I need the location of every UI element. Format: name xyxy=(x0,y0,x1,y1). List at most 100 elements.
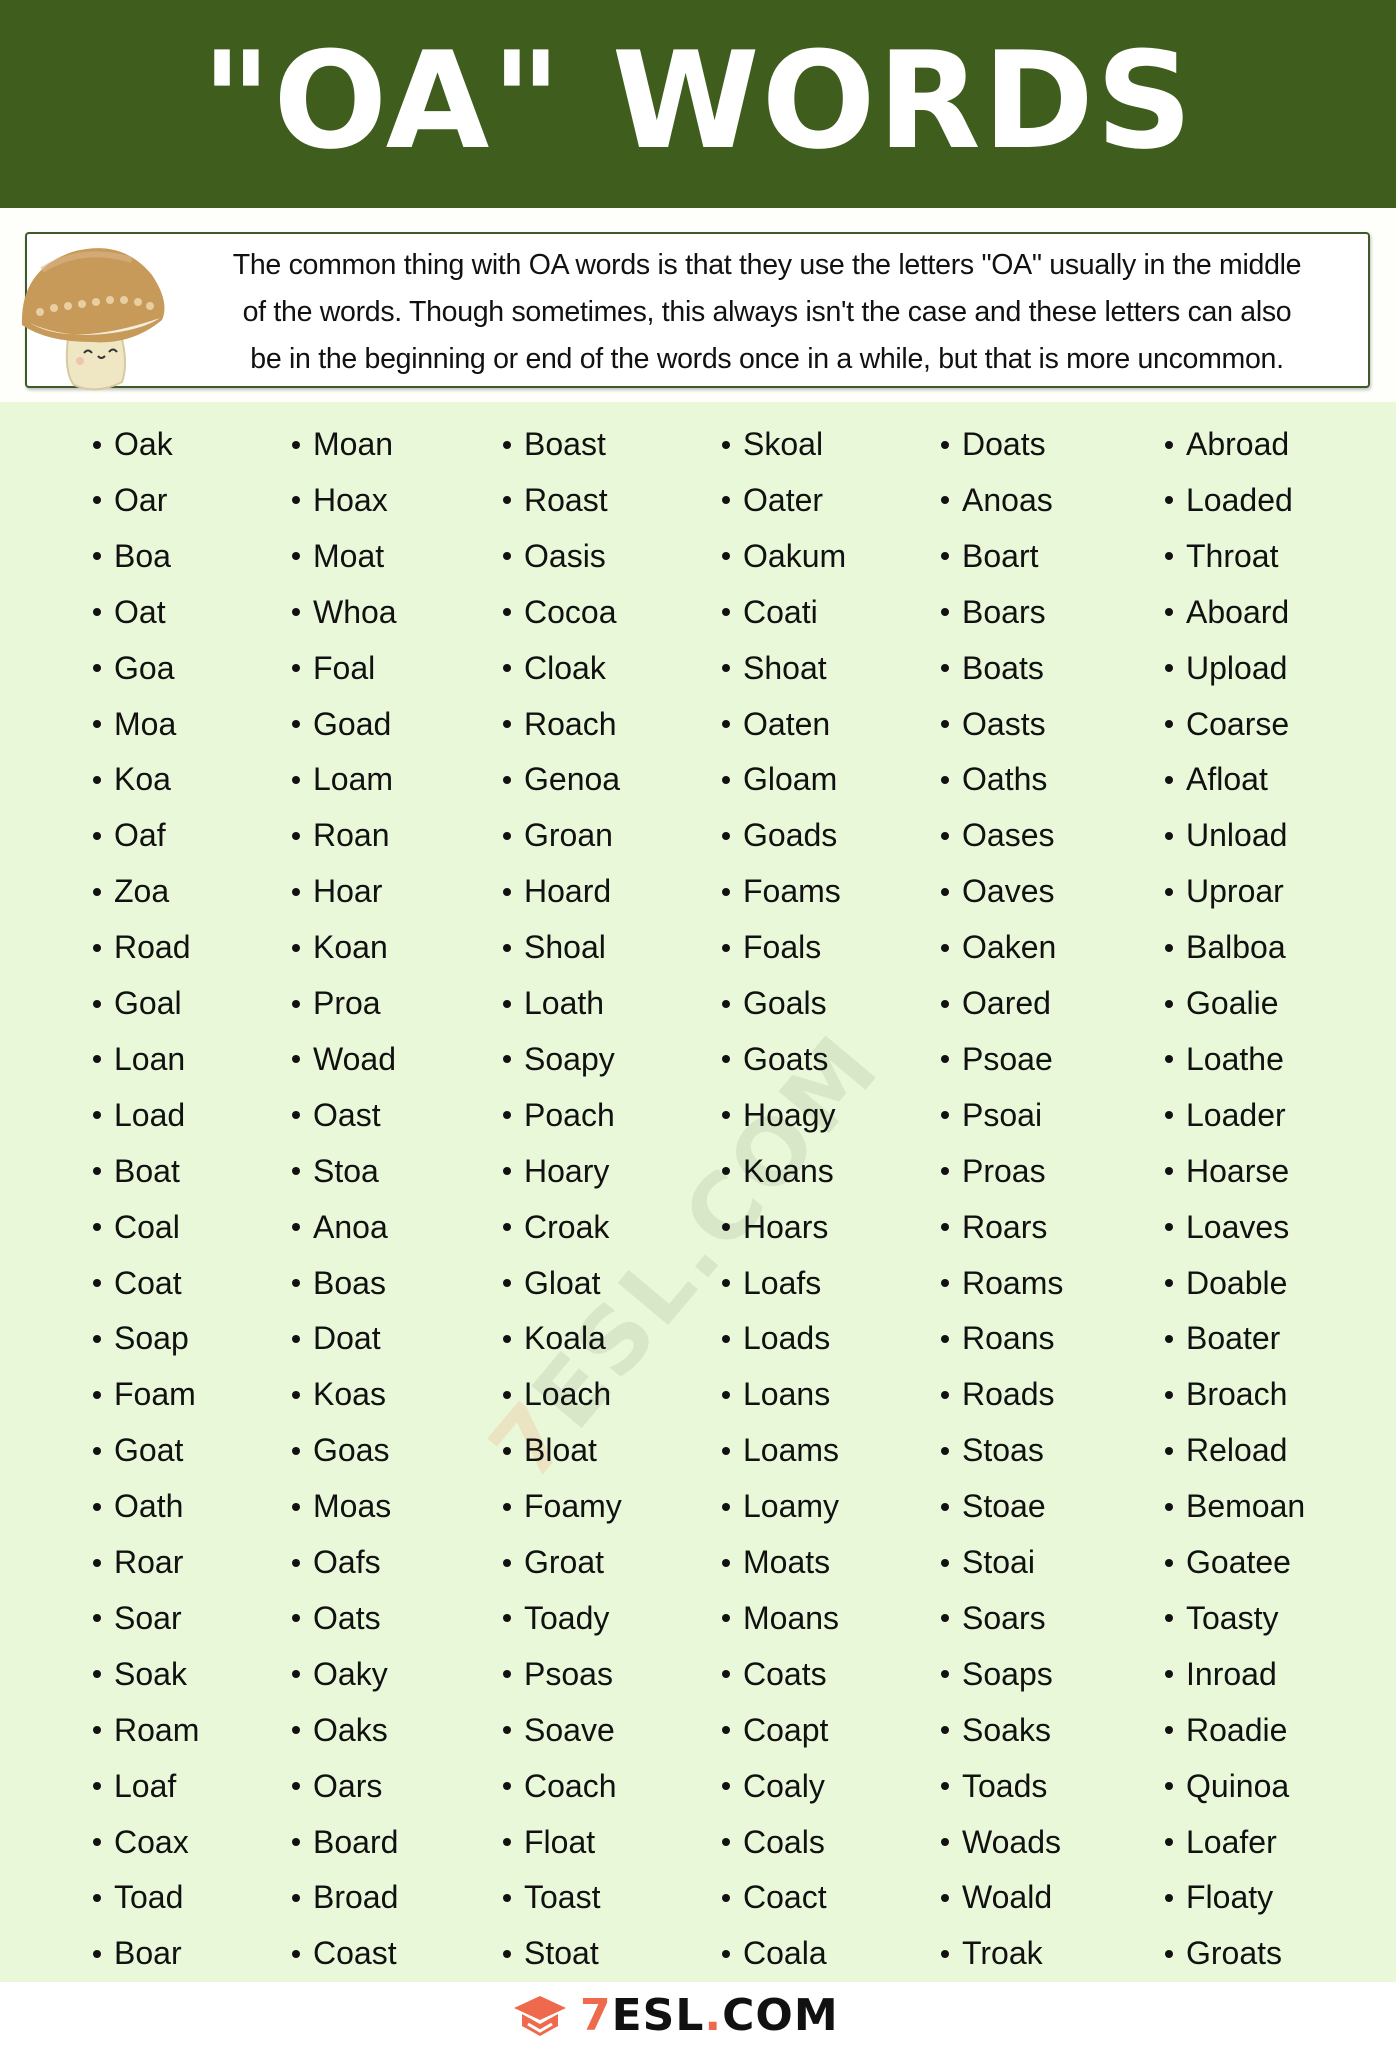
bullet-icon xyxy=(292,1558,300,1567)
word-list-item: Foal xyxy=(292,648,375,688)
word-list-item: Oared xyxy=(941,983,1051,1023)
word-text: Boast xyxy=(524,426,606,462)
bullet-icon xyxy=(941,720,949,729)
bullet-icon xyxy=(93,1558,101,1567)
word-text: Boart xyxy=(962,537,1039,574)
bullet-icon xyxy=(722,1446,730,1455)
word-list-item: Floaty xyxy=(1165,1877,1273,1917)
bullet-icon xyxy=(722,720,730,729)
word-list-item: Gloat xyxy=(503,1263,600,1303)
word-text: Bemoan xyxy=(1186,1488,1306,1525)
word-text: Afloat xyxy=(1186,761,1268,798)
bullet-icon xyxy=(941,887,949,896)
word-list-item: Stoas xyxy=(941,1430,1044,1470)
word-text: Goad xyxy=(313,705,392,742)
word-list-item: Foals xyxy=(722,927,821,967)
word-list-item: Roast xyxy=(503,480,608,520)
intro-line: of the words. Though sometimes, this alw… xyxy=(242,296,1292,328)
bullet-icon xyxy=(292,1446,300,1455)
bullet-icon xyxy=(93,1111,101,1120)
word-text: Roadie xyxy=(1186,1711,1288,1748)
word-text: Koans xyxy=(743,1152,834,1189)
word-text: Load xyxy=(114,1096,186,1133)
word-list-item: Hoarse xyxy=(1165,1151,1289,1191)
bullet-icon xyxy=(941,664,949,673)
word-text: Anoa xyxy=(313,1208,388,1245)
word-list-item: Loafs xyxy=(722,1263,821,1303)
word-list-item: Aboard xyxy=(1165,592,1289,632)
bullet-icon xyxy=(722,1502,730,1511)
bullet-icon xyxy=(722,1390,730,1399)
bullet-icon xyxy=(292,496,300,505)
word-list-item: Stoa xyxy=(292,1151,379,1191)
word-list-item: Moa xyxy=(93,704,176,744)
word-list-item: Soave xyxy=(503,1710,615,1750)
logo-text: 7ESL.COM xyxy=(580,1994,839,2038)
bullet-icon xyxy=(1165,1502,1173,1511)
bullet-icon xyxy=(503,1055,511,1064)
word-text: Balboa xyxy=(1186,929,1286,966)
word-list-item: Goatee xyxy=(1165,1542,1291,1582)
bullet-icon xyxy=(941,1223,949,1232)
word-text: Reload xyxy=(1186,1432,1288,1469)
bullet-icon xyxy=(93,1223,101,1232)
word-text: Coapt xyxy=(743,1711,829,1748)
bullet-icon xyxy=(503,1390,511,1399)
word-list-item: Coarse xyxy=(1165,704,1289,744)
word-text: Oasts xyxy=(962,705,1046,742)
word-list-item: Oak xyxy=(93,424,173,464)
word-list-item: Poach xyxy=(503,1095,615,1135)
word-list-item: Broad xyxy=(292,1877,398,1917)
word-list-item: Boars xyxy=(941,592,1046,632)
word-text: Moa xyxy=(114,705,177,742)
bullet-icon xyxy=(941,1726,949,1735)
word-list-item: Roars xyxy=(941,1207,1047,1247)
word-text: Uproar xyxy=(1186,873,1284,910)
word-list-item: Coapt xyxy=(722,1710,828,1750)
bullet-icon xyxy=(1165,1390,1173,1399)
bullet-icon xyxy=(93,1502,101,1511)
word-list-item: Hoars xyxy=(722,1207,828,1247)
bullet-icon xyxy=(503,1893,511,1902)
word-list-item: Koa xyxy=(93,759,171,799)
word-list-item: Skoal xyxy=(722,424,823,464)
bullet-icon xyxy=(292,552,300,561)
word-list-item: Oaky xyxy=(292,1654,388,1694)
word-list-item: Soaps xyxy=(941,1654,1053,1694)
word-list-item: Oaks xyxy=(292,1710,388,1750)
word-list-item: Coax xyxy=(93,1822,189,1862)
word-text: Skoal xyxy=(743,426,824,462)
word-text: Soak xyxy=(114,1655,187,1692)
word-list-item: Boater xyxy=(1165,1318,1280,1358)
word-list-item: Doats xyxy=(941,424,1046,464)
word-text: Oaken xyxy=(962,929,1057,966)
bullet-icon xyxy=(941,1558,949,1567)
bullet-icon xyxy=(1165,440,1173,449)
word-list-item: Koan xyxy=(292,927,388,967)
word-text: Hoary xyxy=(524,1152,610,1189)
word-text: Koala xyxy=(524,1320,606,1357)
word-list-item: Soar xyxy=(93,1598,182,1638)
word-text: Oak xyxy=(114,426,173,462)
site-logo[interactable]: 7ESL.COM xyxy=(510,1990,839,2042)
word-list-item: Roach xyxy=(503,704,617,744)
word-text: Bloat xyxy=(524,1432,597,1469)
word-list-item: Oaten xyxy=(722,704,830,744)
bullet-icon xyxy=(722,1893,730,1902)
word-list-item: Roads xyxy=(941,1374,1055,1414)
word-text: Toady xyxy=(524,1599,610,1636)
logo-prefix: 7 xyxy=(580,1990,612,2041)
bullet-icon xyxy=(941,775,949,784)
word-text: Loathe xyxy=(1186,1040,1284,1077)
word-text: Groan xyxy=(524,817,613,854)
word-list-item: Bloat xyxy=(503,1430,597,1470)
word-text: Loafs xyxy=(743,1264,822,1301)
bullet-icon xyxy=(1165,1279,1173,1288)
bullet-icon xyxy=(1165,1893,1173,1902)
word-list-item: Goals xyxy=(722,983,827,1023)
word-list-item: Oaken xyxy=(941,927,1056,967)
word-text: Goa xyxy=(114,649,175,686)
word-text: Psoas xyxy=(524,1655,613,1692)
bullet-icon xyxy=(1165,1446,1173,1455)
word-text: Goalie xyxy=(1186,985,1279,1021)
